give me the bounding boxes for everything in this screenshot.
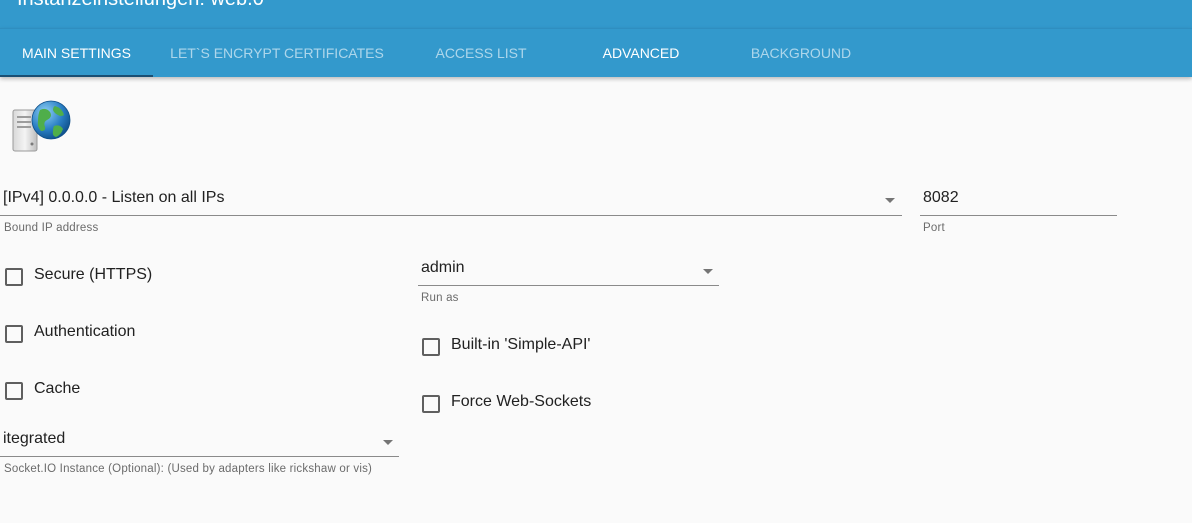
socketio-value: itegrated <box>3 430 66 447</box>
tab-advanced[interactable]: ADVANCED <box>561 29 721 77</box>
checkbox-box[interactable] <box>422 338 440 356</box>
app-header: Instanzeinstellungen: web.0 <box>0 0 1192 28</box>
tab-background[interactable]: BACKGROUND <box>721 29 881 77</box>
port-input[interactable]: 8082 <box>920 189 1117 216</box>
authentication-checkbox[interactable]: Authentication <box>5 321 205 345</box>
force-web-sockets-checkbox[interactable]: Force Web-Sockets <box>422 391 672 415</box>
chevron-down-icon <box>703 269 713 274</box>
tab-active-indicator <box>0 75 153 77</box>
bind-ip-value: [IPv4] 0.0.0.0 - Listen on all IPs <box>3 189 225 206</box>
checkbox-box[interactable] <box>422 395 440 413</box>
run-as-select[interactable]: admin <box>418 259 719 286</box>
tab-access-list[interactable]: ACCESS LIST <box>401 29 561 77</box>
checkbox-label: Secure (HTTPS) <box>34 266 153 283</box>
port-value: 8082 <box>923 189 959 206</box>
socketio-instance-select[interactable]: itegrated <box>0 430 399 457</box>
tab-lets-encrypt-certificates[interactable]: LET`S ENCRYPT CERTIFICATES <box>153 29 401 77</box>
checkbox-box[interactable] <box>5 268 23 286</box>
cache-checkbox[interactable]: Cache <box>5 378 205 402</box>
checkbox-box[interactable] <box>5 382 23 400</box>
bind-ip-helper: Bound IP address <box>4 222 99 234</box>
secure-https-checkbox[interactable]: Secure (HTTPS) <box>5 264 205 288</box>
bind-ip-select[interactable]: [IPv4] 0.0.0.0 - Listen on all IPs <box>0 189 902 216</box>
tab-main-settings[interactable]: MAIN SETTINGS <box>0 29 153 77</box>
simple-api-checkbox[interactable]: Built-in 'Simple-API' <box>422 334 672 358</box>
server-globe-icon <box>10 96 74 156</box>
checkbox-label: Force Web-Sockets <box>451 393 592 410</box>
checkbox-label: Cache <box>34 380 81 397</box>
socketio-helper: Socket.IO Instance (Optional): (Used by … <box>4 463 373 475</box>
port-helper: Port <box>923 222 945 234</box>
chevron-down-icon <box>885 198 895 203</box>
tab-bar: MAIN SETTINGS LET`S ENCRYPT CERTIFICATES… <box>0 28 1192 77</box>
checkbox-label: Built-in 'Simple-API' <box>451 336 591 353</box>
run-as-value: admin <box>421 259 465 276</box>
checkbox-label: Authentication <box>34 323 136 340</box>
page-title: Instanzeinstellungen: web.0 <box>17 0 264 11</box>
chevron-down-icon <box>383 440 393 445</box>
run-as-helper: Run as <box>421 292 459 304</box>
checkbox-box[interactable] <box>5 325 23 343</box>
